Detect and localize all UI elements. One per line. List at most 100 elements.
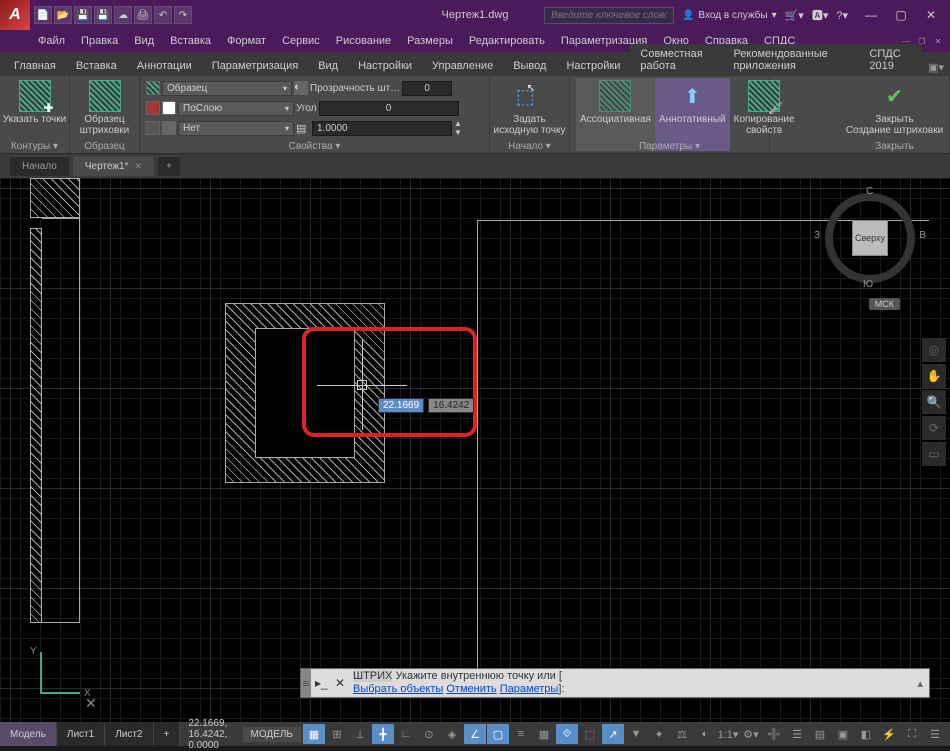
vc-south[interactable]: Ю [863,279,873,290]
status-model-badge[interactable]: МОДЕЛЬ [243,727,301,742]
menu-file[interactable]: Файл [30,33,73,49]
status-custom[interactable]: ☰ [924,724,946,744]
transparency-input[interactable] [402,81,452,96]
panel-origin-label[interactable]: Начало ▾ [490,141,569,152]
nav-orbit[interactable]: ⟳ [922,416,946,440]
nav-pan[interactable]: ✋ [922,364,946,388]
app-icon[interactable]: A [0,0,30,30]
viewcube[interactable]: Сверху С Ю В З [820,188,920,288]
tab-layout1[interactable]: Лист1 [57,722,105,746]
menu-modify[interactable]: Редактировать [461,33,553,49]
command-line[interactable]: ▸_ ✕ ШТРИХ Укажите внутреннюю точку или … [300,668,930,698]
panel-pattern-label[interactable]: Образец [70,141,139,152]
status-autoadd[interactable]: 1:1▾ [717,724,739,744]
panel-options-label[interactable]: Параметры ▾ [570,141,769,152]
scale-spinner[interactable]: ▲▼ [454,119,462,137]
status-cycling[interactable]: ⟐ [556,724,578,744]
vc-west[interactable]: З [814,230,820,241]
cmd-opt-undo[interactable]: Отменить [446,683,496,695]
coord-x[interactable]: 22.1669 [378,398,424,413]
status-dynucs[interactable]: ↗ [602,724,624,744]
qat-plot[interactable]: 🖨 [134,6,152,24]
qat-saveas[interactable]: 💾 [94,6,112,24]
tab-model[interactable]: Модель [0,722,57,746]
tab-collab[interactable]: Совместная работа [630,44,723,76]
search-input[interactable] [544,7,674,24]
status-3dosnap[interactable]: ⬚ [579,724,601,744]
signin-button[interactable]: 👤 Вход в службы ▾ [682,10,777,21]
maximize-button[interactable]: ▢ [886,3,916,27]
qat-new[interactable]: 📄 [34,6,52,24]
status-qprops[interactable]: ▤ [809,724,831,744]
menu-dimension[interactable]: Размеры [399,33,461,49]
pattern-swatch[interactable] [146,81,160,95]
cmd-opt-select[interactable]: Выбрать объекты [353,683,443,695]
nav-showmotion[interactable]: ▭ [922,442,946,466]
scale-input[interactable] [312,121,452,136]
status-gizmo[interactable]: ✦ [648,724,670,744]
filetab-current[interactable]: Чертеж1*✕ [73,156,154,176]
status-polar[interactable]: ⊙ [418,724,440,744]
status-infer[interactable]: ⊥ [349,724,371,744]
status-units[interactable]: ☰ [786,724,808,744]
color-swatch[interactable] [146,101,160,115]
angle-input[interactable] [319,101,459,116]
status-snap[interactable]: ⊞ [326,724,348,744]
layout-tab-close-icon[interactable]: ✕ [85,695,97,712]
filetab-start[interactable]: Начало [10,156,69,176]
stayconnected-icon[interactable]: 🅰▾ [812,7,829,23]
status-selfilter[interactable]: ▼ [625,724,647,744]
status-transparency[interactable]: ▦ [533,724,555,744]
panel-contours-label[interactable]: Контуры ▾ [0,141,69,152]
menu-tools[interactable]: Сервис [274,33,328,49]
close-button[interactable]: ✕ [916,3,946,27]
status-isodraft[interactable]: ◈ [441,724,463,744]
qat-save[interactable]: 💾 [74,6,92,24]
tab-spds[interactable]: СПДС 2019 [859,44,922,76]
tab-settings[interactable]: Настройки [348,56,422,76]
panel-props-label[interactable]: Свойства ▾ [140,141,489,152]
status-lockui[interactable]: ▣ [832,724,854,744]
vc-north[interactable]: С [866,186,873,197]
nav-zoom[interactable]: 🔍 [922,390,946,414]
tab-layout2[interactable]: Лист2 [105,722,153,746]
status-osnap[interactable]: ▢ [487,724,509,744]
tab-parametric[interactable]: Параметризация [202,56,308,76]
menu-insert[interactable]: Вставка [162,33,219,49]
tab-home[interactable]: Главная [4,56,66,76]
cmdline-grip[interactable] [301,669,311,697]
cmdline-recent-icon[interactable]: ✕ [331,676,351,690]
status-dyninput[interactable]: ╋ [372,724,394,744]
cmd-opt-settings[interactable]: Параметры [500,683,559,695]
drawing-canvas[interactable]: 22.1669 16.4242 Сверху С Ю В З МСК ◎ ✋ 🔍… [0,178,950,722]
menu-draw[interactable]: Рисование [328,33,399,49]
qat-open[interactable]: 📂 [54,6,72,24]
tab-manage[interactable]: Управление [422,56,503,76]
qat-undo[interactable]: ↶ [154,6,172,24]
qat-cloud[interactable]: ☁ [114,6,132,24]
tab-featured[interactable]: Рекомендованные приложения [723,44,859,76]
cmdline-expand-icon[interactable]: ▴ [911,677,929,690]
tab-addins[interactable]: Настройки [556,56,630,76]
nav-wheel[interactable]: ◎ [922,338,946,362]
ribbon-collapse[interactable]: ▣▾ [922,59,950,76]
bg-dropdown[interactable]: Нет [178,121,294,136]
filetab-close-icon[interactable]: ✕ [134,161,142,172]
ucs-badge[interactable]: МСК [869,298,900,310]
status-lwt[interactable]: ≡ [510,724,532,744]
help-icon[interactable]: ?▾ [836,9,848,22]
doc-close[interactable]: ✕ [930,34,946,48]
hatch-pattern-button[interactable]: Образец штриховки [76,78,133,138]
status-cleanscreen[interactable]: ⛶ [901,724,923,744]
status-annomonitor[interactable]: ➕ [763,724,785,744]
set-origin-button[interactable]: ⬚↖ Задать исходную точку [496,78,563,138]
filetab-new[interactable]: + [158,156,180,176]
bg-swatch[interactable] [146,121,160,135]
pattern-dropdown[interactable]: Образец [162,81,292,96]
status-otrack[interactable]: ∠ [464,724,486,744]
color-dropdown[interactable]: ПоСлою [178,101,294,116]
status-annovis[interactable]: ◐ [694,724,716,744]
close-hatch-button[interactable]: ✔ Закрыть Создание штриховки [846,78,943,138]
status-annoscale[interactable]: ⚖ [671,724,693,744]
status-hwaccel[interactable]: ⚡ [878,724,900,744]
